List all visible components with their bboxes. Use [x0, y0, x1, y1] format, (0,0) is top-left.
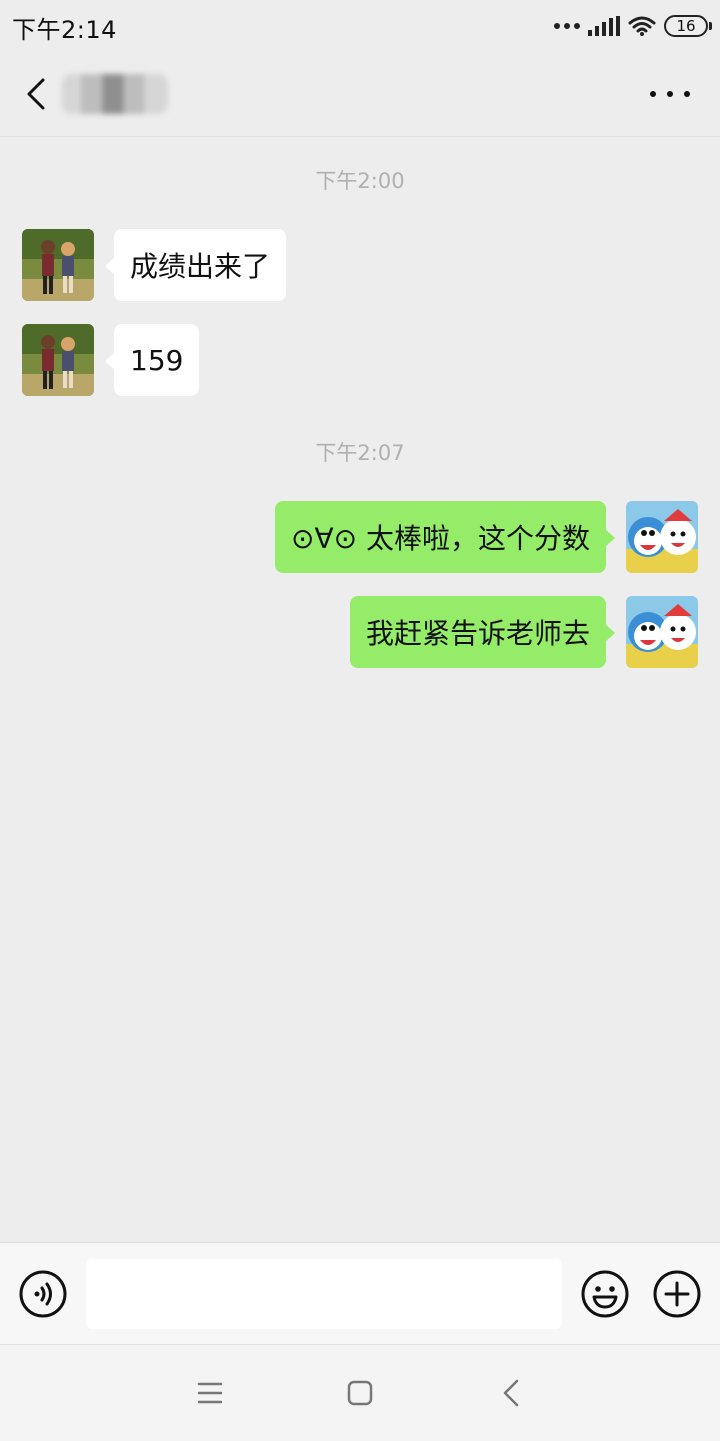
system-home-button[interactable]: [340, 1373, 380, 1413]
menu-icon: [197, 1382, 223, 1404]
message-input-bar: [0, 1242, 720, 1344]
more-options-button[interactable]: [650, 82, 690, 106]
emoji-button[interactable]: [580, 1269, 630, 1319]
signal-icon: [588, 16, 620, 36]
battery-icon: 16: [664, 15, 712, 37]
back-icon: [503, 1379, 519, 1407]
message-row: 成绩出来了: [0, 229, 720, 301]
wifi-icon: [628, 16, 656, 36]
status-bar: 下午2:14 16: [0, 0, 720, 52]
message-row: ⊙∀⊙ 太棒啦，这个分数: [0, 501, 720, 573]
user-avatar[interactable]: [626, 501, 698, 573]
battery-level: 16: [676, 17, 696, 35]
contact-avatar[interactable]: [22, 324, 94, 396]
message-bubble[interactable]: 成绩出来了: [104, 229, 287, 301]
plus-icon: [653, 1270, 701, 1318]
message-bubble[interactable]: 159: [104, 324, 200, 396]
message-bubble[interactable]: ⊙∀⊙ 太棒啦，这个分数: [275, 501, 615, 573]
voice-button[interactable]: [18, 1269, 68, 1319]
notification-dots-icon: [554, 23, 580, 29]
message-row: 我赶紧告诉老师去: [0, 596, 720, 668]
message-input[interactable]: [86, 1259, 562, 1329]
message-bubble[interactable]: 我赶紧告诉老师去: [349, 596, 616, 668]
emoji-icon: [581, 1270, 629, 1318]
system-navigation-bar: [0, 1344, 720, 1441]
more-dots-icon: [650, 91, 656, 97]
home-icon: [347, 1380, 373, 1406]
system-menu-button[interactable]: [190, 1373, 230, 1413]
user-avatar[interactable]: [626, 596, 698, 668]
chat-timestamp: 下午2:07: [315, 441, 405, 465]
chat-header: [0, 52, 720, 137]
chevron-left-icon: [27, 78, 45, 110]
contact-avatar[interactable]: [22, 229, 94, 301]
more-functions-button[interactable]: [652, 1269, 702, 1319]
status-icons: 16: [554, 12, 712, 40]
contact-name: [62, 74, 168, 114]
status-time: 下午2:14: [12, 16, 117, 44]
message-row: 159: [0, 324, 720, 396]
chat-timestamp: 下午2:00: [315, 169, 405, 193]
back-button[interactable]: [18, 72, 54, 116]
voice-icon: [19, 1270, 67, 1318]
system-back-button[interactable]: [492, 1373, 532, 1413]
chat-area[interactable]: 下午2:00 成绩出来了 159 下午2:07 ⊙∀⊙ 太棒啦，这个分数 我赶紧…: [0, 137, 720, 1241]
